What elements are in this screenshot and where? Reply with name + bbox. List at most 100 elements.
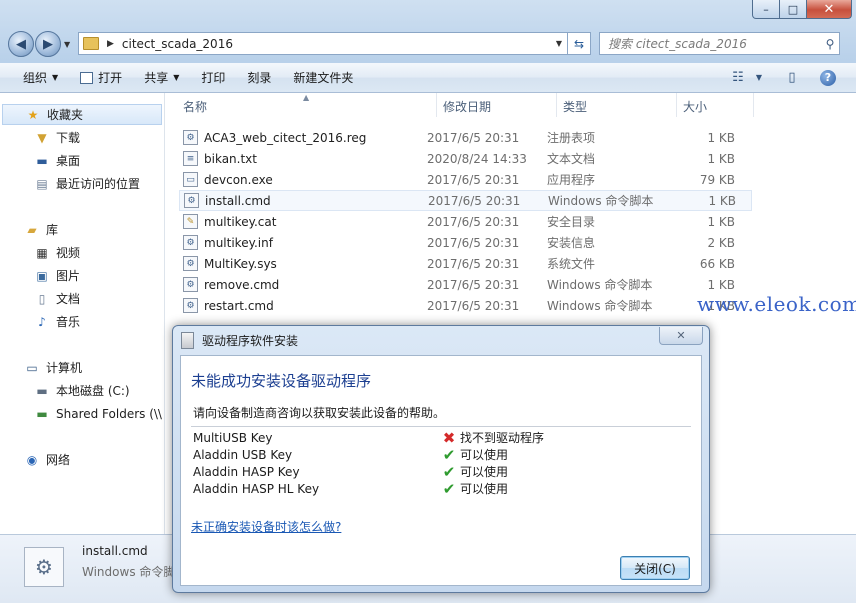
- table-row[interactable]: ▭ devcon.exe 2017/6/5 20:31 应用程序 79 KB: [179, 169, 752, 190]
- address-path[interactable]: citect_scada_2016: [122, 37, 551, 51]
- preview-pane-icon[interactable]: ▯: [778, 70, 806, 85]
- sidebar-item-recent-places[interactable]: ▤ 最近访问的位置: [34, 173, 140, 194]
- new-folder-button[interactable]: 新建文件夹: [282, 67, 364, 89]
- help-link[interactable]: 未正确安装设备时该怎么做?: [191, 518, 341, 535]
- sidebar-item-label: Shared Folders (\\: [56, 406, 162, 421]
- sidebar-item-videos[interactable]: ▦ 视频: [34, 242, 80, 263]
- sidebar-item-label: 网络: [46, 453, 71, 467]
- table-row[interactable]: ≡ bikan.txt 2020/8/24 14:33 文本文档 1 KB: [179, 148, 752, 169]
- sidebar-item-network[interactable]: ◉ 网络: [24, 449, 70, 470]
- open-label: 打开: [98, 71, 123, 85]
- back-button[interactable]: ◀: [8, 31, 34, 57]
- file-name: remove.cmd: [204, 277, 280, 292]
- folder-icon: [83, 37, 99, 50]
- explorer-window: – □ ✕ ◀ ▶ ▼ ▶ citect_scada_2016 ▼ ⇆ ⚲ 组织…: [0, 0, 856, 603]
- computer-icon: ▭: [26, 360, 38, 375]
- device-status: 可以使用: [460, 448, 509, 462]
- column-header-name[interactable]: 名称: [183, 93, 433, 120]
- sidebar-item-shared-folders[interactable]: ▬ Shared Folders (\\: [34, 403, 162, 424]
- burn-button[interactable]: 刻录: [236, 67, 282, 89]
- navigation-pane[interactable]: ★ 收藏夹 ▼ 下载 ▬ 桌面 ▤ 最近访问的位置 ▰ 库 ▦ 视频 ▣ 图片 ▯ 文档: [0, 93, 165, 534]
- breadcrumb-chevron-icon[interactable]: ▶: [107, 39, 114, 49]
- sidebar-item-documents[interactable]: ▯ 文档: [34, 288, 80, 309]
- dialog-titlebar[interactable]: 驱动程序软件安装 ✕: [173, 326, 709, 354]
- file-name: ACA3_web_citect_2016.reg: [204, 130, 367, 145]
- recent-pages-dropdown-icon[interactable]: ▼: [64, 40, 72, 49]
- view-dropdown-icon[interactable]: ▼: [752, 73, 766, 82]
- sidebar-item-local-disk[interactable]: ▬ 本地磁盘 (C:): [34, 380, 129, 401]
- system-file-icon: ⚙: [183, 256, 198, 271]
- change-view-icon[interactable]: ☷: [724, 70, 752, 85]
- file-type: 系统文件: [547, 257, 596, 271]
- refresh-button[interactable]: ⇆: [568, 32, 591, 55]
- sidebar-item-libraries[interactable]: ▰ 库: [24, 219, 58, 240]
- column-divider[interactable]: [753, 93, 754, 117]
- sidebar-item-label: 图片: [56, 269, 81, 283]
- command-bar: 组织 ▼ 打开 共享 ▼ 打印 刻录 新建文件夹 ☷ ▼ ▯ ?: [0, 63, 856, 93]
- column-header-date[interactable]: 修改日期: [443, 93, 553, 120]
- column-header-type[interactable]: 类型: [563, 93, 673, 120]
- file-type: 应用程序: [547, 173, 596, 187]
- forward-button[interactable]: ▶: [35, 31, 61, 57]
- table-row[interactable]: ⚙ install.cmd 2017/6/5 20:31 Windows 命令脚本…: [179, 190, 752, 211]
- file-date: 2017/6/5 20:31: [427, 256, 520, 271]
- file-size: 1 KB: [708, 193, 736, 208]
- search-input[interactable]: [600, 35, 821, 52]
- sidebar-item-label: 桌面: [56, 154, 81, 168]
- documents-icon: ▯: [38, 291, 46, 306]
- device-status: 可以使用: [460, 465, 509, 479]
- column-divider[interactable]: [556, 93, 557, 117]
- table-row[interactable]: ⚙ MultiKey.sys 2017/6/5 20:31 系统文件 66 KB: [179, 253, 752, 274]
- device-row: MultiUSB Key ✖ 找不到驱动程序: [193, 429, 673, 447]
- device-row: Aladdin USB Key ✔ 可以使用: [193, 445, 673, 464]
- sidebar-item-music[interactable]: ♪ 音乐: [34, 311, 80, 332]
- share-menu[interactable]: 共享 ▼: [133, 67, 190, 89]
- minimize-button[interactable]: –: [752, 0, 780, 19]
- security-catalog-icon: ✎: [183, 214, 198, 229]
- sidebar-item-label: 视频: [56, 246, 81, 260]
- help-button[interactable]: ?: [814, 69, 842, 86]
- dialog-heading: 未能成功安装设备驱动程序: [191, 372, 372, 390]
- table-row[interactable]: ⚙ restart.cmd 2017/6/5 20:31 Windows 命令脚本…: [179, 295, 752, 316]
- close-button[interactable]: 关闭(C): [620, 556, 690, 580]
- search-icon[interactable]: ⚲: [821, 37, 839, 51]
- column-divider[interactable]: [676, 93, 677, 117]
- close-window-button[interactable]: ✕: [807, 0, 852, 19]
- sidebar-item-favorites[interactable]: ★ 收藏夹: [2, 104, 162, 125]
- sidebar-item-desktop[interactable]: ▬ 桌面: [34, 150, 80, 171]
- dialog-close-icon[interactable]: ✕: [659, 327, 703, 345]
- file-size: 2 KB: [707, 235, 735, 250]
- sidebar-item-downloads[interactable]: ▼ 下载: [34, 127, 80, 148]
- organize-menu[interactable]: 组织 ▼: [0, 67, 69, 89]
- open-button[interactable]: 打开: [69, 67, 133, 89]
- address-bar[interactable]: ▶ citect_scada_2016 ▼: [78, 32, 568, 55]
- file-name: restart.cmd: [204, 298, 274, 313]
- table-row[interactable]: ⚙ ACA3_web_citect_2016.reg 2017/6/5 20:31…: [179, 127, 752, 148]
- script-file-icon: ⚙: [183, 298, 198, 313]
- maximize-button[interactable]: □: [780, 0, 807, 19]
- file-size: 1 KB: [707, 214, 735, 229]
- dialog-body: 未能成功安装设备驱动程序 请向设备制造商咨询以获取安装此设备的帮助。 Multi…: [180, 355, 702, 586]
- desktop-icon: ▬: [36, 153, 48, 168]
- setup-info-icon: ⚙: [183, 235, 198, 250]
- watermark-text: www.eleok.com: [697, 292, 856, 316]
- table-row[interactable]: ✎ multikey.cat 2017/6/5 20:31 安全目录 1 KB: [179, 211, 752, 232]
- file-type: 安全目录: [547, 215, 596, 229]
- table-row[interactable]: ⚙ remove.cmd 2017/6/5 20:31 Windows 命令脚本 …: [179, 274, 752, 295]
- file-name: MultiKey.sys: [204, 256, 277, 271]
- file-size: 1 KB: [707, 151, 735, 166]
- sidebar-item-pictures[interactable]: ▣ 图片: [34, 265, 80, 286]
- file-name: devcon.exe: [204, 172, 273, 187]
- checkmark-icon: ✔: [442, 462, 456, 481]
- column-divider[interactable]: [436, 93, 437, 117]
- checkmark-icon: ✔: [442, 445, 456, 464]
- print-button[interactable]: 打印: [190, 67, 236, 89]
- search-box[interactable]: ⚲: [599, 32, 840, 55]
- sidebar-item-computer[interactable]: ▭ 计算机: [24, 357, 82, 378]
- address-dropdown-icon[interactable]: ▼: [551, 39, 567, 48]
- file-date: 2017/6/5 20:31: [428, 193, 521, 208]
- column-header-size[interactable]: 大小: [683, 93, 753, 120]
- table-row[interactable]: ⚙ multikey.inf 2017/6/5 20:31 安装信息 2 KB: [179, 232, 752, 253]
- details-file-name: install.cmd: [82, 544, 148, 558]
- file-size: 1 KB: [707, 277, 735, 292]
